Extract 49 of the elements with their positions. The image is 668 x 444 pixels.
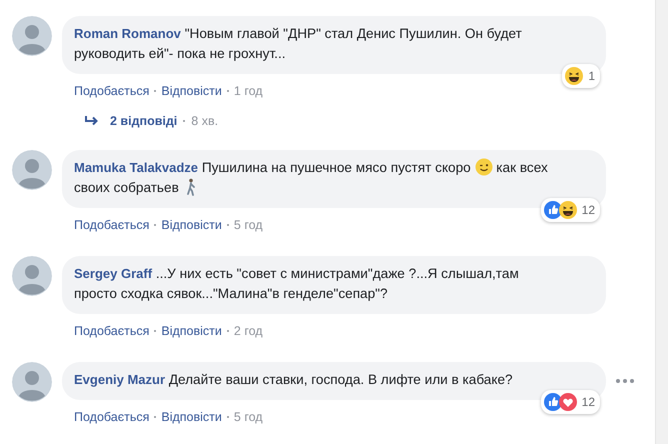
reaction-badge[interactable]: 1 (562, 64, 600, 88)
reaction-count: 1 (588, 68, 595, 85)
avatar[interactable] (12, 150, 52, 190)
comment-text: Evgeniy Mazur Делайте ваши ставки, господа. В лифте или в кабаке? (74, 372, 513, 387)
scrollbar[interactable] (655, 0, 668, 444)
thumbs-up-icon (544, 201, 562, 219)
action-link[interactable]: Відповісти (161, 324, 222, 338)
author-link[interactable]: Sergey Graff (74, 266, 152, 281)
more-options-icon[interactable] (616, 379, 634, 383)
avatar[interactable] (12, 16, 52, 56)
reaction-badge[interactable]: 12 (540, 198, 600, 222)
comment-text: Roman Romanov "Новым главой "ДНР" стал Денис Пушилин. Он будет руководить ей"- пока не грохнут... (74, 26, 522, 61)
comment-text: Mamuka Talakvadze Пушилина на пушечное мясо пустят скоро как всех своих собратьев (74, 160, 548, 195)
action-link[interactable]: Відповісти (161, 410, 222, 424)
timestamp: 2 год (234, 324, 263, 338)
action-link[interactable]: Подобається (74, 410, 150, 424)
laughing-face-icon (565, 67, 584, 85)
timestamp: 5 год (234, 410, 263, 424)
separator-dot (226, 330, 229, 332)
action-link[interactable]: Подобається (74, 218, 150, 232)
timestamp: 1 год (234, 84, 263, 98)
separator-dot (183, 120, 186, 122)
author-link[interactable]: Roman Romanov (74, 26, 181, 41)
action-link[interactable]: Відповісти (161, 218, 222, 232)
author-link[interactable]: Mamuka Talakvadze (74, 160, 198, 175)
comment-text: Sergey Graff ...У них есть "совет с министрами"даже ?...Я слышал,там просто сходка сявок..."Малина"в генделе"сепар"? (74, 266, 519, 301)
reaction-count: 12 (582, 202, 595, 219)
replies-link[interactable]: 2 відповіді (110, 114, 178, 128)
reaction-count: 12 (582, 394, 595, 411)
separator-dot (154, 330, 156, 332)
reaction-badge[interactable]: 12 (540, 390, 600, 414)
thumbs-up-icon (544, 393, 562, 411)
laughing-face-icon (558, 201, 577, 219)
avatar[interactable] (12, 256, 52, 296)
separator-dot (154, 90, 156, 92)
avatar[interactable] (12, 362, 52, 402)
separator-dot (226, 224, 229, 226)
separator-dot (154, 224, 156, 226)
author-link[interactable]: Evgeniy Mazur (74, 372, 166, 387)
action-link[interactable]: Подобається (74, 324, 150, 338)
separator-dot (226, 90, 229, 92)
action-link[interactable]: Подобається (74, 84, 150, 98)
reply-arrow-icon (84, 115, 100, 127)
action-link[interactable]: Відповісти (161, 84, 222, 98)
separator-dot (154, 416, 156, 418)
winking-face-icon (474, 158, 493, 176)
timestamp: 5 год (234, 218, 263, 232)
reply-time: 8 хв. (191, 114, 218, 128)
separator-dot (226, 416, 229, 418)
